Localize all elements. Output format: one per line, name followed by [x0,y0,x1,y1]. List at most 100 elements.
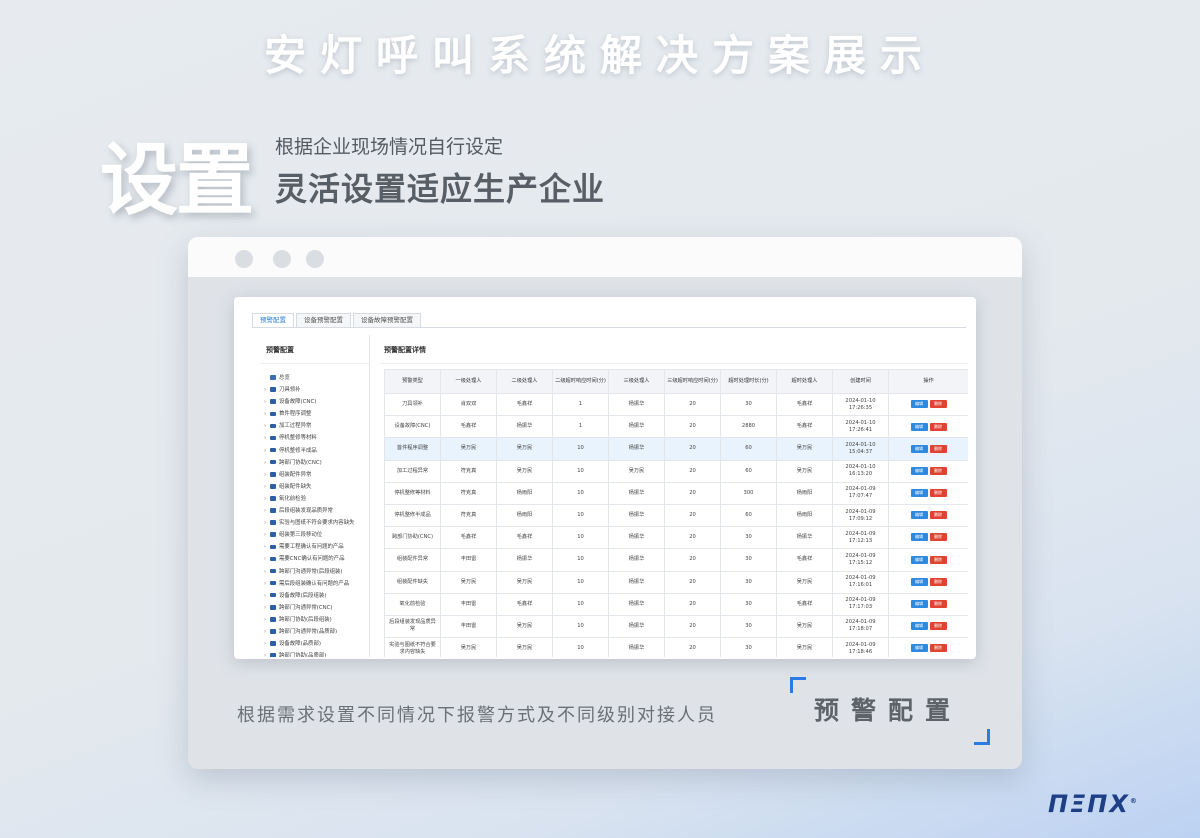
table-row[interactable]: 跨部门协助(CNC) 毛鑫祥 毛鑫祥 10 杨振华 20 30 杨振华 2024-01-09 1… [384,526,968,550]
table-cell: 毛鑫祥 [496,592,553,616]
table-cell: 吴万民 [776,637,833,657]
edit-button[interactable]: 编辑 [910,466,928,475]
table-cell: 2024-01-09 17:18:46 [832,637,889,657]
delete-button[interactable]: 删除 [929,444,947,453]
table-cell: 30 [720,614,777,639]
tree-item[interactable]: 总览 [264,372,369,384]
tab-alert-config[interactable]: 预警配置 [252,313,294,327]
tree-item-label: 设备故障(CNC) [279,399,317,406]
table-cell: 杨振华 [608,592,665,616]
table-row[interactable]: 后段组装发现品质异常 丰田雷 吴万民 10 杨振华 20 30 吴万民 2024-01-09 1… [384,614,968,639]
delete-button[interactable]: 删除 [929,600,947,609]
table-row[interactable]: 停机整修等材料 符克真 杨雨阳 10 杨振华 20 300 杨雨阳 2024-01-09 17:… [384,481,968,505]
tree-item-label: 总览 [279,375,290,381]
table-cell: 20 [664,637,721,657]
table-cell: 30 [720,392,777,417]
left-panel: 预警配置 总览 › 刀具领补 › 设备故障(CNC) › 首件程序调整 › 加工过程异常 › 停机整… [260,335,370,657]
tree-item[interactable]: › 设备故障(后段组装) [264,590,369,602]
tree-item[interactable]: › 需要CNC确认有问题的产品 [264,553,369,565]
table-row[interactable]: 刀具领补 肖双双 毛鑫祥 1 杨振华 20 30 毛鑫祥 2024-01-10 17:26:35… [384,392,968,417]
tab-device-alert-config[interactable]: 设备预警配置 [296,313,351,327]
row-actions: 编辑 删除 [888,592,968,616]
tree-item[interactable]: › 组装第三段移动位 [264,529,369,541]
delete-button[interactable]: 删除 [929,644,947,653]
table-cell: 10 [552,459,609,483]
tree-item[interactable]: › 停机整修半成品 [264,445,369,457]
delete-button[interactable]: 删除 [929,511,947,520]
tree-item-label: 实验与图纸不符合要求内容缺失 [279,520,355,527]
edit-button[interactable]: 编辑 [910,577,928,586]
edit-button[interactable]: 编辑 [910,444,928,453]
table-cell: 吴万民 [496,614,553,639]
tree-item[interactable]: › 设备故障(品质部) [264,638,369,650]
edit-button[interactable]: 编辑 [910,555,928,564]
delete-button[interactable]: 删除 [929,533,947,542]
table-row[interactable]: 首件程序调整 吴万民 吴万民 10 杨振华 20 60 吴万民 2024-01-10 15:04… [384,437,968,461]
alert-config-table: 预警类型 一级处理人 二级处理人 二级超时响应时间(分) 三级处理人 三级超时响应时间(分… [384,369,968,657]
tree-item[interactable]: › 设备故障(CNC) [264,396,369,408]
table-row[interactable]: 实验与图纸不符合要求内容缺失 吴万民 吴万民 10 杨振华 20 30 吴万民 2024-01-… [384,637,968,657]
tree-item[interactable]: › 跨部门沟通异常(后段组装) [264,566,369,578]
delete-button[interactable]: 删除 [929,422,947,431]
edit-button[interactable]: 编辑 [910,400,928,409]
tree-item[interactable]: › 跨部门协助(品质部) [264,650,369,657]
tree-item[interactable]: › 首件程序调整 [264,408,369,420]
table-row[interactable]: 组装配件缺失 吴万民 吴万民 10 杨振华 20 30 吴万民 2024-01-09 17:16… [384,570,968,594]
table-cell: 符克真 [440,503,497,528]
table-row[interactable]: 设备故障(CNC) 毛鑫祥 杨振华 1 杨振华 20 2880 毛鑫祥 2024-01-10 1… [384,415,968,439]
column-header: 超时处理人 [776,369,833,394]
table-row[interactable]: 氧化前检验 丰田雷 毛鑫祥 10 杨振华 20 30 毛鑫祥 2024-01-09 17:17:… [384,592,968,616]
table-cell: 加工过程异常 [384,459,441,483]
edit-button[interactable]: 编辑 [910,644,928,653]
edit-button[interactable]: 编辑 [910,533,928,542]
edit-button[interactable]: 编辑 [910,600,928,609]
table-cell: 30 [720,592,777,616]
delete-button[interactable]: 删除 [929,489,947,498]
delete-button[interactable]: 删除 [929,622,947,631]
edit-button[interactable]: 编辑 [910,622,928,631]
brand-logo-text: ΠΞΠΧ [1048,790,1130,818]
folder-icon [270,641,276,646]
badge-label: 预警配置 [813,696,962,725]
table-cell: 杨振华 [496,415,553,439]
table-cell: 毛鑫祥 [440,526,497,550]
folder-icon [270,629,276,634]
tree-item[interactable]: › 实验与图纸不符合要求内容缺失 [264,517,369,529]
edit-button[interactable]: 编辑 [910,422,928,431]
row-actions: 编辑 删除 [888,526,968,550]
tree-item[interactable]: › 需要工程确认有问题的产品 [264,541,369,553]
edit-button[interactable]: 编辑 [910,489,928,498]
table-row[interactable]: 停机整修半成品 符克真 杨雨阳 10 杨振华 20 60 杨雨阳 2024-01-09 17:0… [384,503,968,528]
tree-item[interactable]: › 组装配件缺失 [264,481,369,493]
tree-item[interactable]: › 跨部门协助(后段组装) [264,614,369,626]
folder-icon [270,532,276,537]
table-cell: 30 [720,637,777,657]
delete-button[interactable]: 删除 [929,466,947,475]
tab-device-fault-alert-config[interactable]: 设备故障预警配置 [353,313,421,327]
tree-item[interactable]: › 需后段组装确认有问题的产品 [264,578,369,590]
tree-item[interactable]: › 跨部门协助(CNC) [264,457,369,469]
tree-item[interactable]: › 跨部门沟通异常(CNC) [264,602,369,614]
table-cell: 2024-01-09 17:07:47 [832,481,889,505]
delete-button[interactable]: 删除 [929,400,947,409]
tree-item[interactable]: › 跨部门沟通异常(品质部) [264,626,369,638]
table-cell: 毛鑫祥 [776,392,833,417]
delete-button[interactable]: 删除 [929,577,947,586]
table-cell: 20 [664,437,721,461]
table-row[interactable]: 组装配件异常 丰田雷 杨振华 10 杨振华 20 30 毛鑫祥 2024-01-09 17:15… [384,548,968,572]
table-cell: 首件程序调整 [384,437,441,461]
tree-item[interactable]: › 停机整修等材料 [264,432,369,444]
column-header: 预警类型 [384,369,441,394]
tree-item[interactable]: › 氧化前检验 [264,493,369,505]
tree-item[interactable]: › 加工过程异常 [264,420,369,432]
table-cell: 吴万民 [496,437,553,461]
edit-button[interactable]: 编辑 [910,511,928,520]
table-row[interactable]: 加工过程异常 符克真 吴万民 10 吴万民 20 60 吴万民 2024-01-10 16:13… [384,459,968,483]
tree-item[interactable]: › 刀具领补 [264,384,369,396]
delete-button[interactable]: 删除 [929,555,947,564]
tree-item[interactable]: › 组装配件异常 [264,469,369,481]
tree-item-label: 刀具领补 [279,387,301,394]
tree-item[interactable]: › 后段组装发现品质异常 [264,505,369,517]
right-panel: 预警配置详情 预警类型 一级处理人 二级处理人 二级超时响应时间(分) 三级处理人 三级超… [380,335,968,657]
table-cell: 吴万民 [496,637,553,657]
